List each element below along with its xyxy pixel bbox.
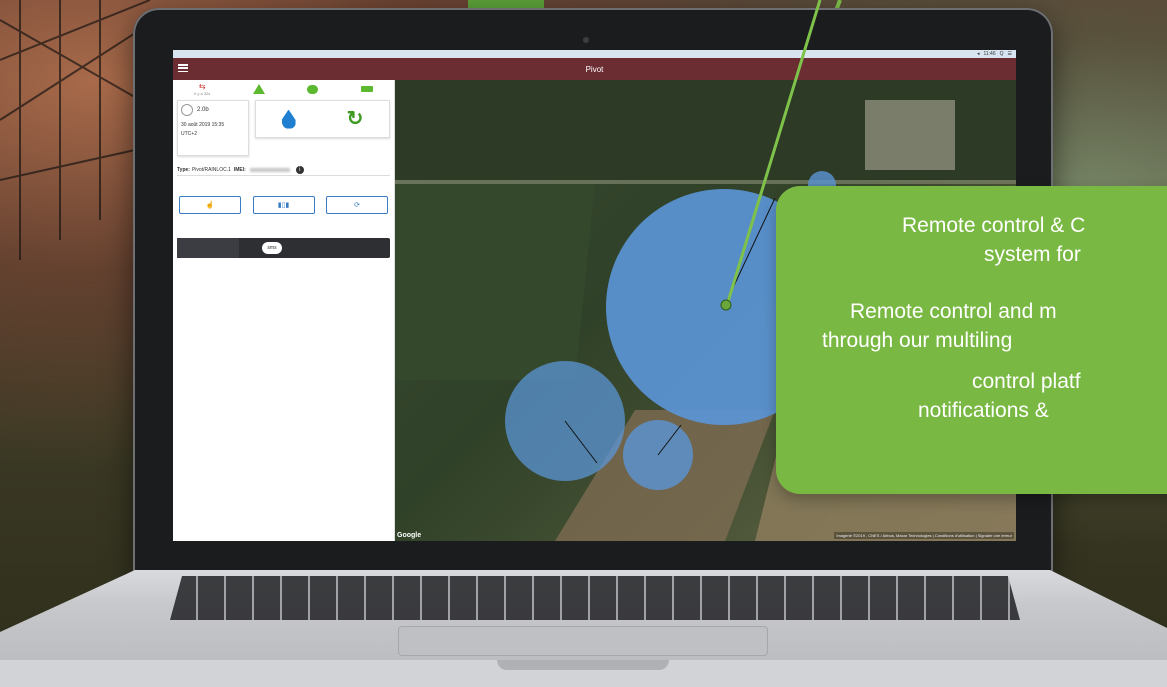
sms-toolbar: sms [177, 238, 390, 258]
app-titlebar: Pivot [173, 58, 1016, 80]
timezone-label: UTC+2 [181, 131, 197, 137]
clock: 11:46 [983, 51, 996, 57]
menu-extra-icon[interactable]: ☰ [1008, 51, 1012, 57]
sms-button[interactable]: sms [262, 242, 282, 254]
callout-line-5: control platf [972, 370, 1081, 393]
info-icon[interactable]: i [295, 165, 304, 174]
trackpad [398, 626, 768, 656]
back-icon[interactable]: ◂ [977, 51, 980, 57]
water-drop-icon[interactable] [281, 109, 296, 129]
status-icons-row: ⇆ Il y a 32s [173, 80, 394, 98]
pressure-value: 2.0b [197, 107, 209, 113]
type-label: Type: [177, 166, 190, 173]
sms-toolbar-segment[interactable] [177, 238, 239, 258]
hand-pointer-icon: ☝ [205, 202, 215, 209]
pivot-details-panel: ⇆ Il y a 32s 2.0b 30 août 2019 15:35 UTC… [173, 80, 395, 541]
device-type-row: Type: Pivot/RAINLOC.1 IMEI: i [177, 164, 390, 176]
last-update-date: 30 août 2019 15:35 [181, 122, 225, 128]
app-title: Pivot [585, 64, 604, 74]
battery-icon[interactable] [360, 86, 373, 92]
signal-arrows-icon: ⇆ [198, 81, 206, 91]
feature-callout: Remote control & C system for Remote con… [776, 186, 1167, 494]
refresh-icon: ⟳ [354, 202, 360, 209]
refresh-button[interactable]: ⟳ [326, 196, 388, 214]
pressure-gauge-icon [181, 104, 193, 116]
callout-line-2: system for [984, 243, 1081, 266]
direction-refresh-icon[interactable]: ↻ [347, 109, 364, 129]
last-seen-label: Il y a 32s [194, 90, 211, 96]
irrigation-actions-card: ↻ [255, 100, 390, 138]
imei-label: IMEI: [233, 166, 246, 173]
callout-line-4: through our multiling [822, 329, 1013, 352]
google-logo: Google [397, 532, 422, 539]
callout-line-1: Remote control & C [902, 214, 1086, 237]
manual-control-button[interactable]: ☝ [179, 196, 241, 214]
connection-status[interactable]: ⇆ Il y a 32s [194, 81, 211, 96]
search-icon[interactable]: Q [1000, 51, 1004, 57]
laptop-notch [497, 660, 669, 670]
callout-line-3: Remote control and m [850, 300, 1057, 323]
warning-icon[interactable] [252, 84, 265, 94]
pressure-card: 2.0b 30 août 2019 15:35 UTC+2 [177, 100, 249, 156]
type-value: Pivot/RAINLOC.1 [191, 166, 231, 173]
camera [583, 37, 589, 43]
keyboard [170, 576, 1020, 620]
bar-chart-icon: ▮▯▮ [277, 202, 290, 209]
statistics-button[interactable]: ▮▯▮ [252, 196, 315, 214]
hamburger-menu-icon[interactable] [178, 64, 188, 72]
imei-value-redacted [249, 167, 290, 172]
system-status-bar: ◂ 11:46 Q ☰ [173, 50, 1016, 58]
map-attribution[interactable]: Imagerie ©2019 , CNES / Airbus, Maxar Te… [834, 532, 1014, 539]
callout-line-6: notifications & [918, 399, 1049, 422]
message-icon[interactable] [307, 84, 319, 94]
